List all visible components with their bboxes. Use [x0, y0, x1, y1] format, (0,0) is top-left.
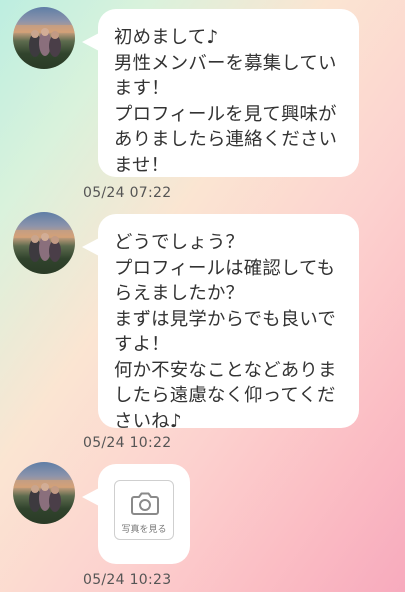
avatar-photo-icon — [13, 25, 75, 57]
message-text: どうでしょう？ プロフィールは確認しても らえましたか？ まずは見学からでも良い… — [114, 232, 337, 432]
message-text: 初めまして♪ 男性メンバーを募集してい ます！ プロフィールを見て興味が ありま… — [114, 27, 338, 176]
message-bubble: 写真を見る — [82, 464, 190, 564]
sender-avatar[interactable] — [13, 212, 75, 274]
message-timestamp: 05/24 10:22 — [83, 435, 172, 451]
message-bubble: 初めまして♪ 男性メンバーを募集してい ます！ プロフィールを見て興味が ありま… — [82, 9, 359, 177]
avatar-photo-icon — [13, 480, 75, 512]
view-photo-button[interactable]: 写真を見る — [114, 480, 174, 540]
message-timestamp: 05/24 07:22 — [83, 185, 172, 201]
view-photo-label: 写真を見る — [121, 525, 167, 535]
sender-avatar[interactable] — [13, 7, 75, 69]
message-timestamp: 05/24 10:23 — [83, 572, 172, 588]
avatar-photo-icon — [13, 230, 75, 262]
sender-avatar[interactable] — [13, 462, 75, 524]
camera-icon — [131, 492, 159, 515]
message-bubble: どうでしょう？ プロフィールは確認しても らえましたか？ まずは見学からでも良い… — [82, 214, 359, 432]
